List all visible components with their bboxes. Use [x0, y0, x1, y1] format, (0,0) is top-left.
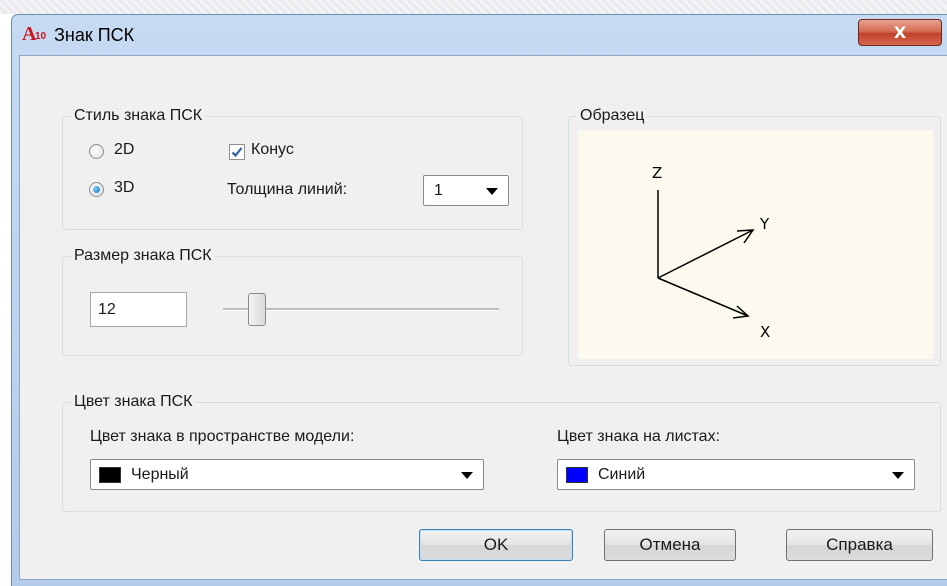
line-width-select[interactable]: 1: [423, 175, 509, 206]
cancel-button[interactable]: Отмена: [604, 529, 736, 561]
window-title: Знак ПСК: [54, 25, 135, 45]
y-axis-line: [657, 229, 754, 279]
color-group-title: Цвет знака ПСК: [71, 392, 196, 412]
size-group: Размер знака ПСК 12: [62, 246, 523, 356]
size-value: 12: [98, 301, 116, 318]
ok-button[interactable]: OK: [419, 529, 573, 561]
model-color-label: Цвет знака в пространстве модели:: [90, 428, 355, 445]
layout-color-select[interactable]: Синий: [557, 459, 915, 490]
size-slider-thumb[interactable]: [248, 293, 266, 326]
z-axis-label: Z: [652, 164, 662, 182]
radio-3d[interactable]: [89, 182, 104, 197]
x-axis-line: [657, 277, 749, 317]
x-axis-arrow: [732, 305, 750, 319]
preview-group: Образец Z Y X: [568, 106, 941, 366]
layout-color-label: Цвет знака на листах:: [557, 428, 721, 445]
color-group: Цвет знака ПСК Цвет знака в пространстве…: [62, 392, 941, 512]
radio-3d-label[interactable]: 3D: [114, 178, 134, 198]
checkmark-icon: [231, 147, 243, 158]
chevron-down-icon: [892, 472, 904, 479]
help-button[interactable]: Справка: [786, 529, 933, 561]
desktop-background: [0, 0, 947, 14]
style-group: Стиль знака ПСК 2D 3D Конус Толщина лини…: [62, 106, 523, 230]
dialog-client-area: Стиль знака ПСК 2D 3D Конус Толщина лини…: [19, 55, 947, 580]
close-icon: X: [893, 23, 907, 42]
title-bar[interactable]: A 10 Знак ПСК X: [12, 15, 947, 55]
layout-color-value: Синий: [598, 466, 646, 483]
cone-label[interactable]: Конус: [251, 140, 294, 160]
style-group-title: Стиль знака ПСК: [71, 106, 206, 126]
cone-checkbox[interactable]: [229, 144, 245, 160]
preview-group-title: Образец: [577, 106, 648, 126]
model-color-select[interactable]: Черный: [90, 459, 484, 490]
chevron-down-icon: [461, 472, 473, 479]
radio-selected-dot: [93, 186, 100, 193]
radio-2d-label[interactable]: 2D: [114, 140, 134, 160]
layout-color-swatch: [566, 467, 588, 483]
close-button[interactable]: X: [858, 19, 942, 46]
size-input[interactable]: 12: [90, 292, 187, 327]
line-width-value: 1: [434, 182, 443, 199]
radio-2d[interactable]: [89, 144, 104, 159]
line-width-label: Толщина линий:: [227, 181, 348, 198]
model-color-value: Черный: [131, 466, 189, 483]
app-icon-version: 10: [35, 31, 47, 42]
ucs-preview-canvas: Z Y X: [578, 130, 933, 359]
size-group-title: Размер знака ПСК: [71, 246, 215, 266]
dialog-window: A 10 Знак ПСК X Стиль знака ПСК 2D 3D Ко…: [11, 14, 947, 586]
x-axis-label: X: [760, 323, 770, 341]
model-color-swatch: [99, 467, 121, 483]
ucs-icon-drawing: Z Y X: [652, 164, 770, 341]
y-axis-label: Y: [759, 215, 770, 233]
autocad-icon: A 10: [22, 23, 48, 45]
chevron-down-icon: [486, 188, 498, 195]
